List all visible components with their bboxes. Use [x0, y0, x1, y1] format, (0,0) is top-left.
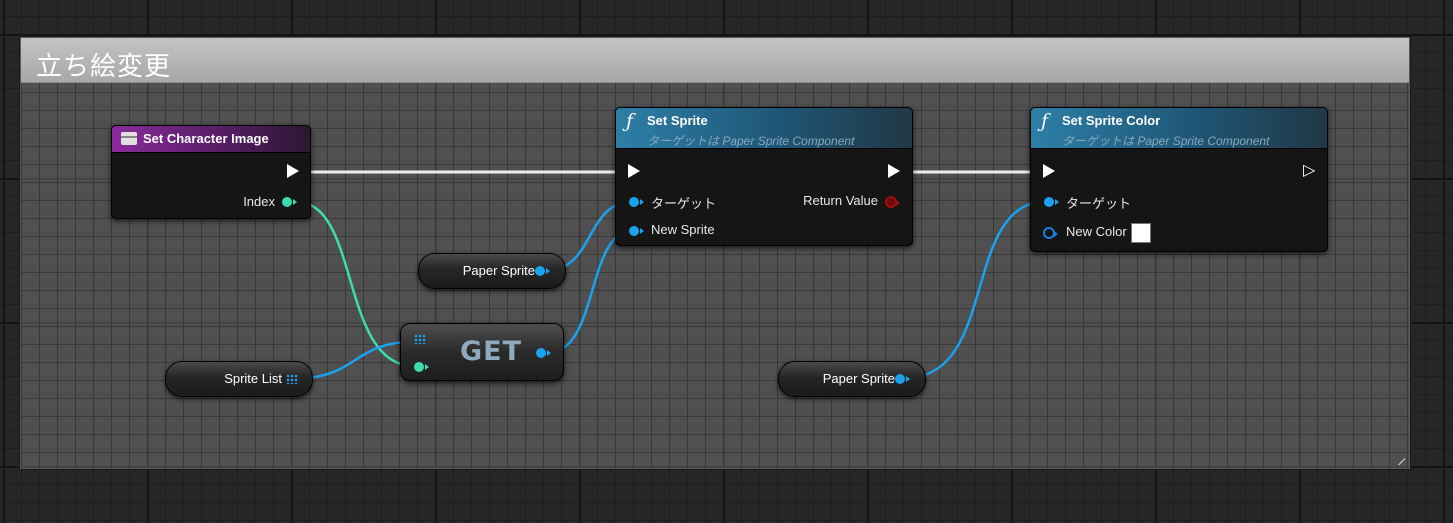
index-wire[interactable]	[296, 200, 415, 368]
get-label: GET	[460, 336, 523, 367]
target-pin[interactable]	[1044, 197, 1059, 207]
var-label: Paper Sprite	[462, 263, 535, 278]
return-value-label: Return Value	[803, 193, 878, 208]
node-subtitle: ターゲットは Paper Sprite Component	[647, 134, 855, 148]
node-title: Set Sprite Color	[1062, 113, 1161, 128]
node-title: Set Sprite	[647, 113, 708, 128]
exec-in-pin[interactable]	[1043, 164, 1055, 178]
item-output-pin[interactable]	[536, 348, 551, 358]
function-icon: ƒ	[1041, 110, 1049, 132]
node-header: ƒ Set Sprite ターゲットは Paper Sprite Compone…	[616, 108, 912, 149]
function-icon: ƒ	[626, 110, 634, 132]
exec-out-pin[interactable]	[888, 164, 900, 178]
new-sprite-pin[interactable]	[629, 226, 644, 236]
set-sprite-node[interactable]: ƒ Set Sprite ターゲットは Paper Sprite Compone…	[615, 107, 913, 246]
new-sprite-label: New Sprite	[651, 222, 715, 237]
index-input-pin[interactable]	[414, 362, 429, 372]
sprite-list-var-node[interactable]: Sprite List	[165, 361, 313, 397]
var-label: Paper Sprite	[822, 371, 895, 386]
target-label: ターゲット	[651, 196, 717, 211]
get-node[interactable]: GET	[400, 323, 564, 381]
target-label: ターゲット	[1066, 196, 1132, 211]
node-subtitle: ターゲットは Paper Sprite Component	[1062, 134, 1270, 148]
set-character-image-node[interactable]: Set Character Image Index	[111, 125, 311, 219]
target-pin[interactable]	[629, 197, 644, 207]
index-label: Index	[243, 194, 275, 209]
var-label: Sprite List	[224, 371, 282, 386]
exec-out-hollow-icon[interactable]: ▷	[1303, 160, 1315, 180]
exec-out-pin[interactable]	[287, 164, 299, 178]
variable-icon	[121, 132, 137, 145]
return-value-pin[interactable]	[885, 196, 900, 208]
sprite-list-wire[interactable]	[299, 340, 413, 380]
exec-in-pin[interactable]	[628, 164, 640, 178]
array-input-pin-icon[interactable]	[414, 334, 426, 344]
new-color-pin[interactable]	[1043, 227, 1058, 239]
set-sprite-color-node[interactable]: ƒ Set Sprite Color ターゲットは Paper Sprite C…	[1030, 107, 1328, 252]
node-header: ƒ Set Sprite Color ターゲットは Paper Sprite C…	[1031, 108, 1327, 149]
node-header: Set Character Image	[112, 126, 310, 153]
wires-layer	[296, 170, 1049, 380]
output-pin[interactable]	[535, 266, 550, 276]
array-output-pin-icon[interactable]	[286, 374, 298, 384]
paper-sprite-wire-2[interactable]	[904, 199, 1049, 380]
paper-sprite-var-node-2[interactable]: Paper Sprite	[778, 361, 926, 397]
new-color-swatch[interactable]	[1131, 223, 1151, 243]
output-pin[interactable]	[895, 374, 910, 384]
paper-sprite-var-node[interactable]: Paper Sprite	[418, 253, 566, 289]
index-pin[interactable]	[282, 197, 297, 207]
node-title: Set Character Image	[143, 131, 269, 146]
new-color-label: New Color	[1066, 224, 1127, 239]
